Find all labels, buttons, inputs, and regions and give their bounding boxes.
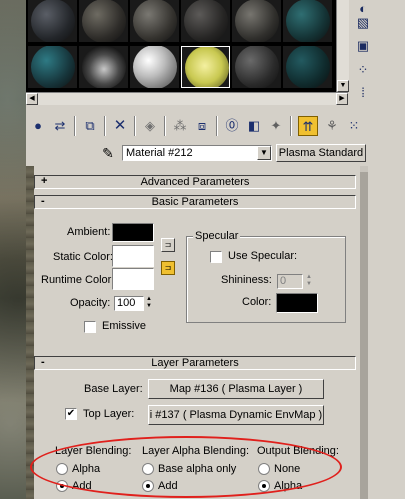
sample-slot[interactable]: [79, 46, 128, 88]
rollout-advanced-parameters[interactable]: + Advanced Parameters: [34, 175, 356, 189]
output-blending-option: Alpha: [274, 480, 303, 492]
rollout-sign: +: [41, 175, 48, 187]
lock-icon[interactable]: ⊐: [161, 238, 175, 252]
layer-blending-option: Add: [72, 480, 92, 492]
material-name-field[interactable]: Material #212: [122, 145, 272, 161]
specular-color-swatch[interactable]: [276, 293, 318, 313]
sample-slot-active[interactable]: [181, 46, 230, 88]
output-blending-none-radio[interactable]: [258, 463, 270, 475]
toolbar-separator: [74, 116, 76, 136]
put-to-library-icon[interactable]: ⧈: [192, 116, 212, 136]
specular-color-label: Color:: [242, 296, 272, 308]
layer-blending-add-radio[interactable]: [56, 480, 68, 492]
rollout-title: Advanced Parameters: [140, 176, 250, 188]
sample-slot[interactable]: [283, 0, 332, 42]
sample-slot[interactable]: [232, 0, 281, 42]
reset-map-icon[interactable]: ✕: [110, 116, 130, 136]
alpha-blending-option: Add: [158, 480, 178, 492]
emissive-label: Emissive: [102, 320, 147, 332]
top-layer-checkbox[interactable]: ✔: [65, 408, 77, 420]
shininess-label: Shininess:: [221, 274, 272, 286]
go-to-parent-icon[interactable]: ⇈: [298, 116, 318, 136]
emissive-checkbox[interactable]: [84, 321, 96, 333]
rollout-layer-parameters[interactable]: - Layer Parameters: [34, 356, 356, 370]
slots-horizontal-scrollbar[interactable]: ◀ ▶: [26, 92, 348, 105]
layer-blending-label: Layer Blending:: [55, 445, 132, 457]
put-to-scene-icon[interactable]: ⇄: [50, 116, 70, 136]
sample-slot[interactable]: [28, 46, 77, 88]
top-layer-label: Top Layer:: [83, 408, 135, 420]
alpha-blending-option: Base alpha only: [158, 463, 237, 475]
backlight-icon[interactable]: ▧: [354, 14, 372, 32]
show-end-result-icon[interactable]: ✦: [266, 116, 286, 136]
material-id-icon[interactable]: ⓪: [222, 116, 242, 136]
rollout-title: Layer Parameters: [151, 357, 239, 369]
viewport-background: [0, 0, 26, 499]
use-specular-label: Use Specular:: [228, 250, 298, 262]
alpha-blending-label: Layer Alpha Blending:: [142, 445, 250, 457]
alpha-blending-add-radio[interactable]: [142, 480, 154, 492]
top-layer-map-button[interactable]: i #137 ( Plasma Dynamic EnvMap ): [148, 405, 324, 425]
toolbar-separator: [216, 116, 218, 136]
background-icon[interactable]: ▣: [354, 37, 372, 55]
ambient-label: Ambient:: [67, 226, 111, 238]
toolbar-separator: [164, 116, 166, 136]
output-blending-alpha-radio[interactable]: [258, 480, 270, 492]
opacity-label: Opacity:: [70, 297, 111, 309]
base-layer-map-button[interactable]: Map #136 ( Plasma Layer ): [148, 379, 324, 399]
static-color-swatch[interactable]: [112, 245, 154, 267]
show-map-icon[interactable]: ◧: [244, 116, 264, 136]
assign-to-selection-icon[interactable]: ⧉: [80, 116, 100, 136]
rollout-sign: -: [41, 356, 45, 368]
material-toolbar: ● ⇄ ⧉ ✕ ◈ ⁂ ⧈ ⓪ ◧ ✦ ⇈ ⚘ ⁙: [26, 113, 378, 141]
make-copy-icon[interactable]: ◈: [140, 116, 160, 136]
layer-blending-alpha-radio[interactable]: [56, 463, 68, 475]
toolbar-separator: [290, 116, 292, 136]
sample-slot[interactable]: [181, 0, 230, 42]
lock-active-icon[interactable]: ⊐: [161, 261, 175, 275]
viewport-background: [26, 166, 34, 499]
specular-group-title: Specular: [193, 230, 241, 242]
get-material-icon[interactable]: ●: [28, 116, 48, 136]
rollout-basic-parameters[interactable]: - Basic Parameters: [34, 195, 356, 209]
panel-edge: [356, 166, 360, 499]
base-layer-label: Base Layer:: [84, 383, 143, 395]
use-specular-checkbox[interactable]: [210, 251, 222, 263]
opacity-spinner-icon[interactable]: ▲ ▼: [145, 296, 153, 310]
sample-slot[interactable]: [283, 46, 332, 88]
select-by-material-icon[interactable]: ⁙: [344, 116, 364, 136]
output-blending-label: Output Blending:: [257, 445, 339, 457]
runtime-color-swatch[interactable]: [112, 268, 154, 290]
go-forward-icon[interactable]: ⚘: [322, 116, 342, 136]
pick-material-icon[interactable]: ✎: [98, 144, 118, 162]
shininess-input[interactable]: 0: [277, 274, 303, 289]
video-check-icon[interactable]: ⁞: [354, 84, 372, 102]
ambient-color-swatch[interactable]: [112, 223, 154, 242]
output-blending-option: None: [274, 463, 301, 475]
alpha-blending-base-radio[interactable]: [142, 463, 154, 475]
toolbar-separator: [104, 116, 106, 136]
sample-slot[interactable]: [130, 46, 179, 88]
scroll-right-icon[interactable]: ▶: [336, 93, 348, 105]
opacity-input[interactable]: 100: [114, 296, 144, 311]
toolbar-separator: [134, 116, 136, 136]
static-color-label: Static Color:: [53, 251, 113, 263]
scroll-left-icon[interactable]: ◀: [26, 93, 38, 105]
runtime-color-label: Runtime Color:: [41, 274, 115, 286]
shininess-spinner-icon[interactable]: ▲ ▼: [305, 274, 313, 288]
sample-slot[interactable]: [232, 46, 281, 88]
sample-slot[interactable]: [130, 0, 179, 42]
sample-slots-panel[interactable]: [26, 0, 336, 92]
make-unique-icon[interactable]: ⁂: [170, 116, 190, 136]
rollout-title: Basic Parameters: [151, 196, 239, 208]
layer-blending-option: Alpha: [72, 463, 101, 475]
rollout-sign: -: [41, 195, 45, 207]
sample-slot[interactable]: [28, 0, 77, 42]
right-toolbar: ◐ ▧ ▣ ⁘ ⁞: [348, 0, 378, 118]
uv-tiling-icon[interactable]: ⁘: [354, 61, 372, 79]
sample-slot[interactable]: [79, 0, 128, 42]
material-type-button[interactable]: Plasma Standard: [276, 144, 366, 162]
chevron-down-icon[interactable]: ▼: [257, 146, 271, 160]
panel-scrollbar-thumb[interactable]: [360, 172, 368, 499]
